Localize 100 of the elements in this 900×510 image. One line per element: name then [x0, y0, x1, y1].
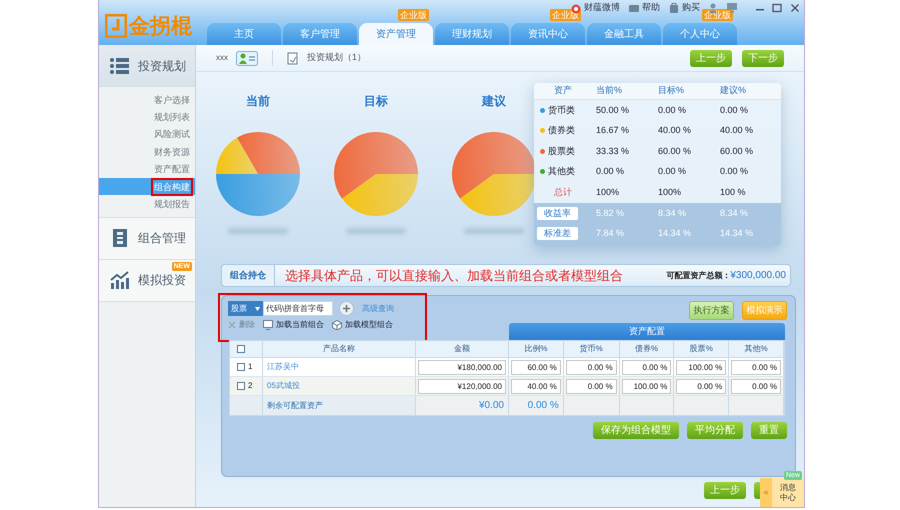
- number-field[interactable]: 40.00 %: [510, 378, 561, 394]
- top-link[interactable]: 购买: [682, 1, 700, 14]
- metric-label: 收益率: [537, 207, 578, 220]
- step-button[interactable]: 上一步: [690, 50, 732, 66]
- number-field[interactable]: 0.00 %: [566, 360, 617, 374]
- section-label: 模拟投资: [138, 272, 186, 290]
- nav-tab[interactable]: 主页: [207, 23, 281, 45]
- minimize-icon: [756, 8, 764, 11]
- nav-tab[interactable]: 理财规划: [435, 23, 509, 45]
- metric-value: 8.34 %: [720, 206, 748, 220]
- section-label: 组合管理: [138, 230, 186, 248]
- instruction-text: 选择具体产品，可以直接输入、加载当前组合或者模型组合: [285, 266, 623, 285]
- number-field[interactable]: 0.00 %: [622, 360, 672, 374]
- sidebar-item[interactable]: 客户选择: [99, 91, 195, 108]
- number-field[interactable]: 0.00 %: [731, 378, 782, 394]
- column-header: 目标%: [658, 84, 684, 98]
- number-field[interactable]: 0.00 %: [731, 360, 782, 374]
- asset-name: 货币类: [548, 104, 575, 116]
- table-cell-text: 40.00 %: [720, 124, 754, 137]
- number-field[interactable]: ¥120,000.00: [418, 378, 506, 394]
- column-header: 金额: [454, 343, 470, 355]
- sidebar-item[interactable]: 资产配置: [99, 160, 195, 178]
- nav-tab[interactable]: 资讯中心: [511, 23, 585, 45]
- column-header: 资产: [554, 84, 572, 98]
- product-link[interactable]: 05武城投: [266, 380, 300, 392]
- action-button[interactable]: 执行方案: [689, 301, 734, 320]
- sidebar-item-selected[interactable]: 组合构建: [99, 178, 195, 196]
- table-cell-text: 0.00 %: [658, 104, 686, 116]
- sidebar-item[interactable]: 财务资源: [99, 143, 195, 161]
- sidebar-item[interactable]: 规划报告: [99, 195, 195, 213]
- step-button[interactable]: 上一步: [704, 482, 746, 499]
- metric-label: 标准差: [537, 227, 578, 240]
- column-header: 债券%: [634, 343, 658, 355]
- product-link[interactable]: 江苏吴中: [266, 361, 299, 373]
- panel-button[interactable]: 保存为组合模型: [593, 422, 679, 439]
- type-dropdown[interactable]: 股票: [228, 301, 263, 316]
- list-icon: [109, 56, 130, 76]
- metric-value: 8.34 %: [658, 206, 686, 220]
- column-header: 货币%: [580, 343, 603, 355]
- asset-name: 债券类: [548, 124, 575, 137]
- logo-text: 金拐棍: [129, 16, 192, 36]
- checkbox[interactable]: [237, 363, 245, 371]
- toolbar-action[interactable]: 加载当前组合: [263, 319, 324, 331]
- table-cell-text: 60.00 %: [720, 144, 754, 158]
- sidebar-section[interactable]: 投资规划: [99, 45, 195, 87]
- breadcrumb: 投资规划（1）: [307, 51, 366, 64]
- message-center[interactable]: « 消息中心: [760, 478, 804, 507]
- number-field[interactable]: 100.00 %: [676, 360, 726, 374]
- table-cell-text: 50.00 %: [596, 104, 630, 116]
- pie-title: 当前: [246, 93, 270, 110]
- total-assets-label: 可配置资产总额：: [666, 270, 730, 282]
- bag-icon: [668, 2, 680, 14]
- toolbar-action[interactable]: 加载模型组合: [332, 319, 393, 331]
- number-field[interactable]: 0.00 %: [676, 378, 726, 394]
- switch-user-icon: [236, 50, 258, 66]
- edition-badge: 企业版: [702, 8, 733, 20]
- row-number: 1: [248, 361, 252, 373]
- top-link[interactable]: 财蕴微博: [584, 1, 620, 14]
- message-center-label: 消息中心: [779, 482, 797, 502]
- remaining-label: 剩余可配置资产: [266, 400, 323, 412]
- column-header: 其他%: [744, 343, 768, 355]
- column-header: 建议%: [720, 84, 746, 98]
- section-tab[interactable]: 组合持仓: [222, 265, 275, 286]
- monitor-icon: [263, 320, 273, 330]
- advanced-search-link[interactable]: 高级查询: [362, 302, 394, 314]
- edition-badge: 企业版: [398, 8, 429, 20]
- table-cell-text: 0.00 %: [720, 165, 748, 178]
- search-field[interactable]: 代码\拼音首字母: [263, 301, 333, 316]
- sidebar-item[interactable]: 规划列表: [99, 108, 195, 126]
- table-cell-text: 100%: [596, 186, 620, 198]
- nav-tab[interactable]: 资产管理: [359, 23, 433, 45]
- next-button[interactable]: [754, 482, 760, 499]
- number-field[interactable]: 0.00 %: [566, 378, 617, 394]
- group-header: 资产配置: [509, 323, 785, 340]
- sidebar-item[interactable]: 风险测试: [99, 126, 195, 144]
- table-cell-text: 0.00 %: [658, 165, 686, 178]
- user-name: xxx: [216, 52, 228, 64]
- nav-tab[interactable]: 客户管理: [283, 23, 357, 45]
- table-cell-text: 40.00 %: [658, 124, 692, 137]
- checkbox[interactable]: [237, 382, 245, 390]
- collapse-button[interactable]: «: [760, 478, 772, 507]
- remaining-amount: ¥0.00: [478, 399, 504, 413]
- panel-button[interactable]: 平均分配: [687, 422, 743, 439]
- sidebar-section[interactable]: 组合管理: [99, 218, 195, 260]
- panel-button[interactable]: 重置: [751, 422, 787, 439]
- chart-icon: [109, 270, 130, 290]
- logo-icon: [105, 14, 127, 38]
- step-button[interactable]: 下一步: [742, 50, 784, 66]
- nav-tab[interactable]: 金融工具: [587, 23, 661, 45]
- checkbox[interactable]: [237, 345, 245, 353]
- close-icon: [228, 321, 236, 329]
- maximize-icon: [772, 2, 782, 13]
- asset-name: 股票类: [548, 144, 575, 158]
- top-link[interactable]: 帮助: [642, 1, 660, 14]
- nav-tab[interactable]: 个人中心: [663, 23, 737, 45]
- number-field[interactable]: ¥180,000.00: [418, 360, 506, 374]
- total-label: 总计: [554, 186, 572, 198]
- number-field[interactable]: 100.00 %: [622, 378, 672, 394]
- column-header: 当前%: [596, 84, 622, 98]
- number-field[interactable]: 60.00 %: [510, 360, 561, 374]
